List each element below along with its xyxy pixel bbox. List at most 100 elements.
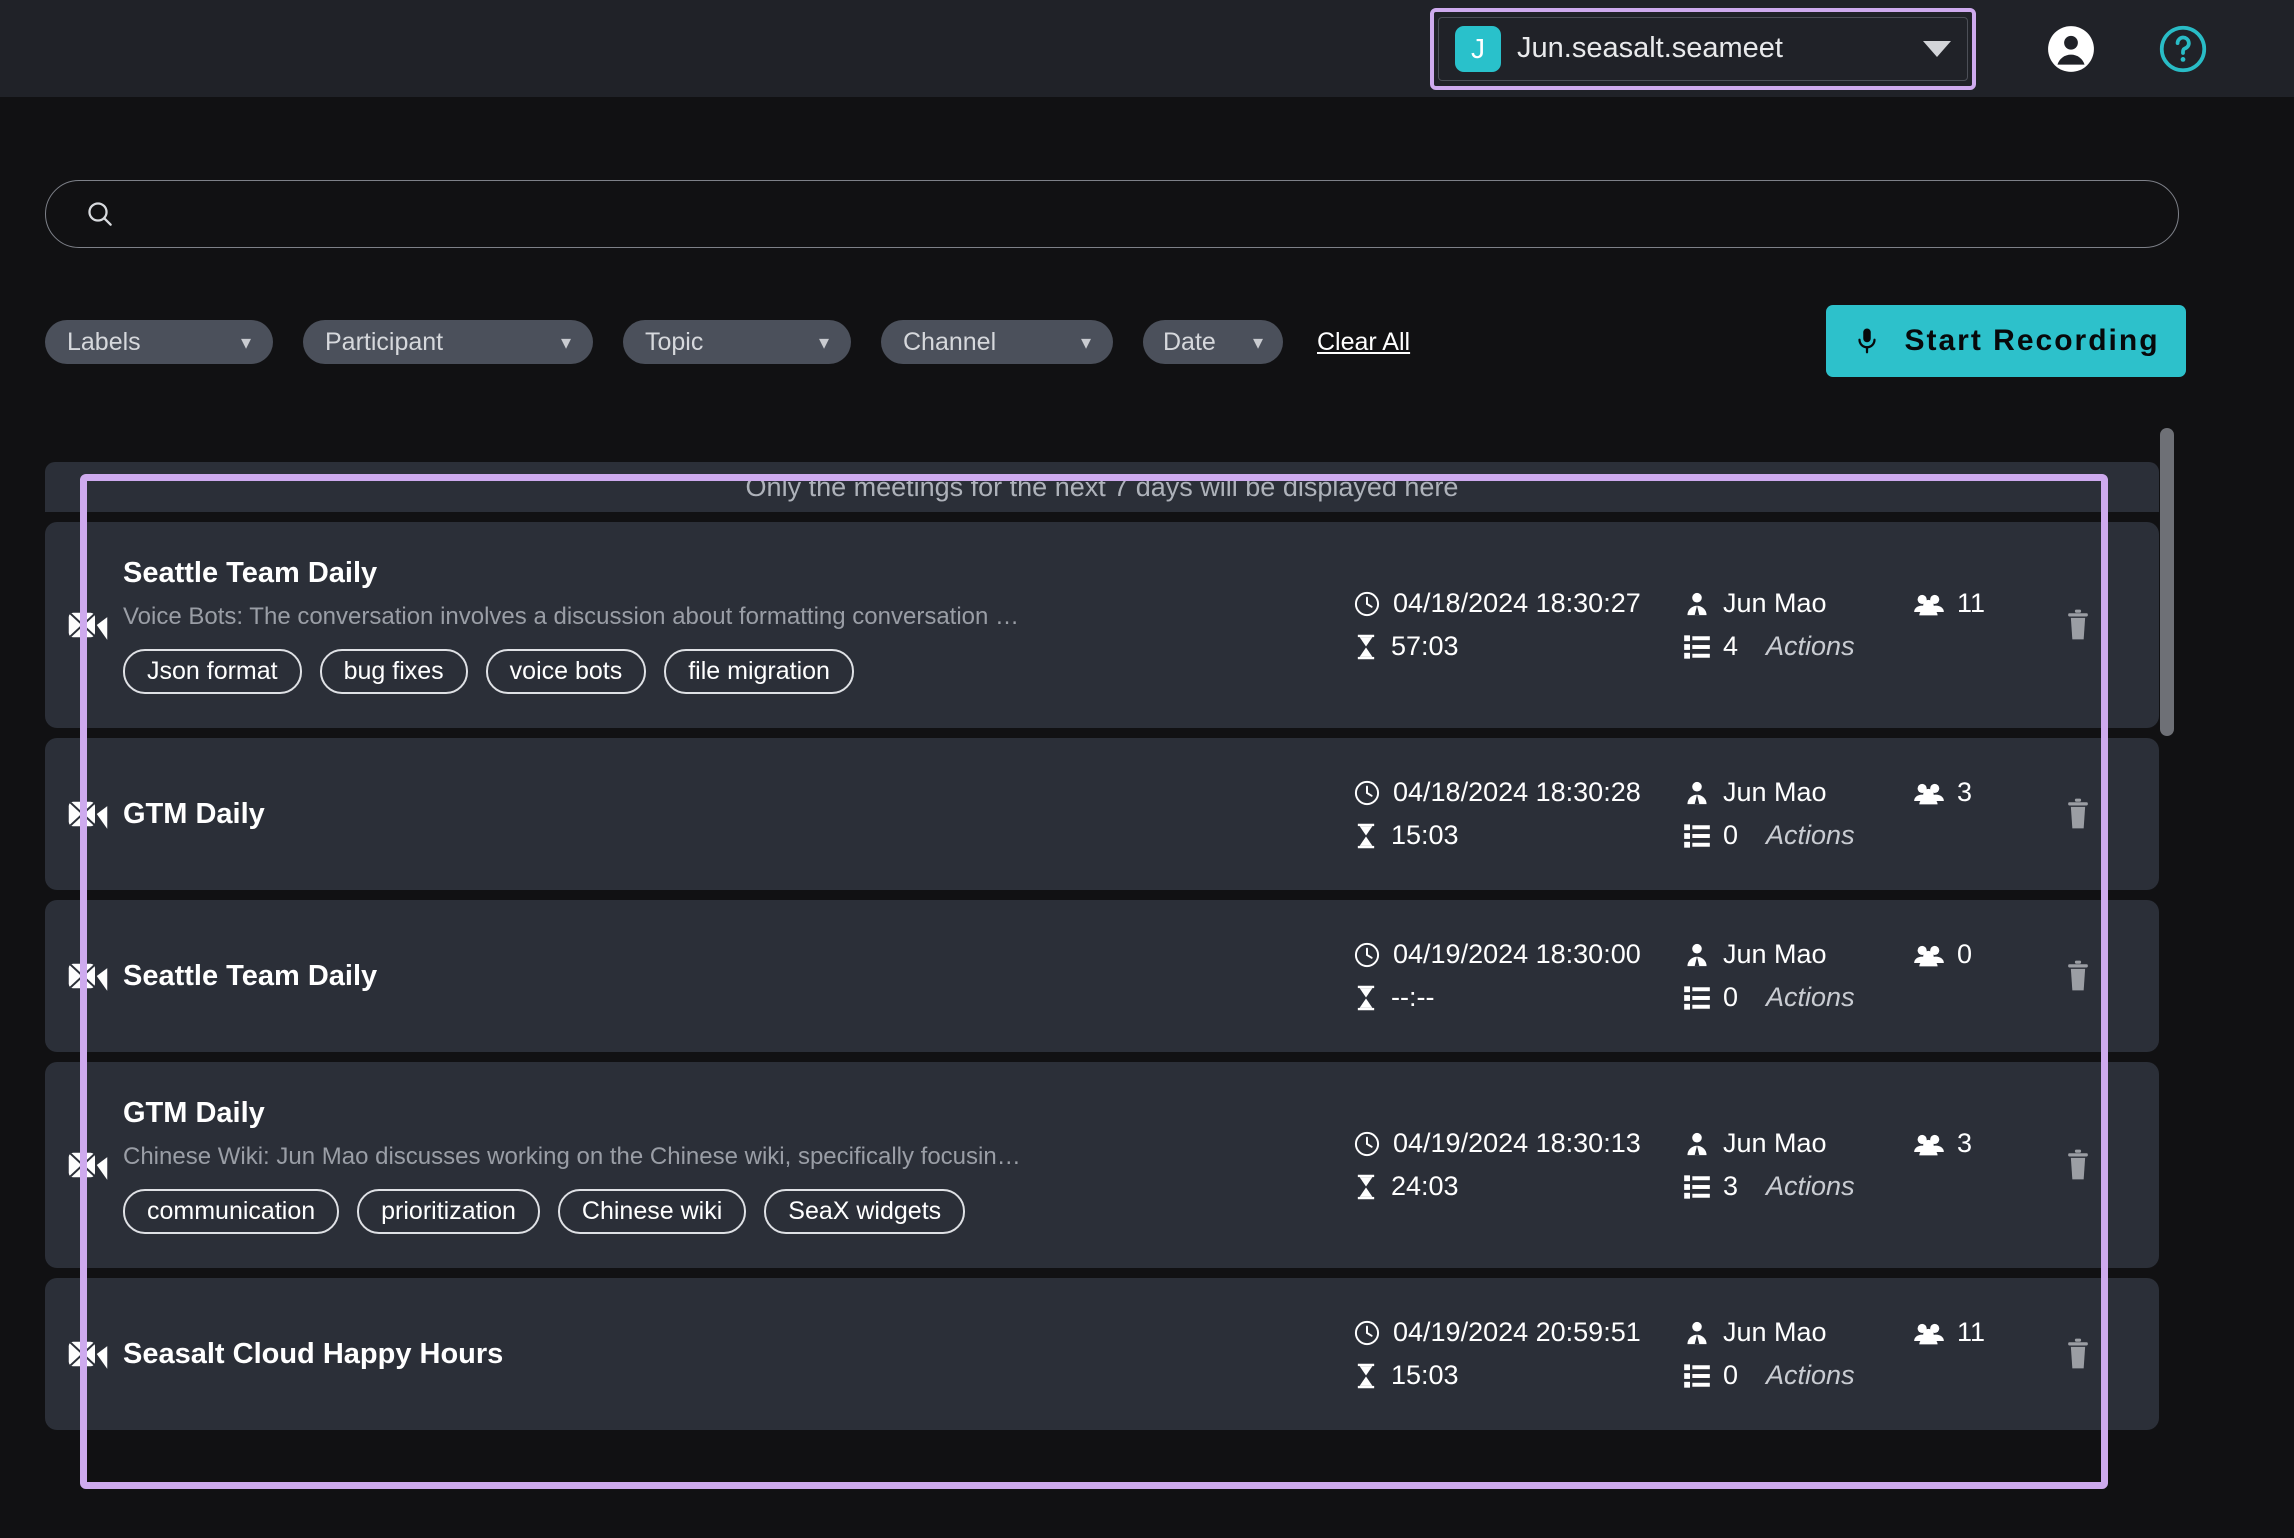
delete-meeting-button[interactable] (2033, 798, 2123, 830)
meeting-owner-text: Jun Mao (1723, 588, 1827, 618)
meeting-meta: 04/19/2024 18:30:13 Jun Mao 3 24:03 3 Ac… (1353, 1128, 2033, 1202)
person-icon (1687, 781, 1707, 804)
meeting-duration: 57:03 (1353, 631, 1683, 662)
search-input[interactable] (136, 198, 2036, 230)
meeting-actions-label: Actions (1766, 820, 1855, 850)
account-selector-highlight: J Jun.seasalt.seameet (1430, 7, 1976, 90)
tag[interactable]: bug fixes (319, 648, 468, 694)
clock-icon (1354, 942, 1380, 967)
meeting-actions: 3 Actions (1683, 1171, 1913, 1202)
delete-meeting-button[interactable] (2033, 1149, 2123, 1181)
hourglass-icon (1357, 1174, 1375, 1199)
start-recording-button[interactable]: Start Recording (1826, 305, 2186, 377)
hourglass-icon (1357, 823, 1375, 848)
meeting-row[interactable]: GTM Daily Chinese Wiki: Jun Mao discusse… (45, 1062, 2159, 1268)
meeting-row[interactable]: Seasalt Cloud Happy Hours 04/19/2024 20:… (45, 1278, 2159, 1430)
search-bar[interactable] (45, 180, 2179, 248)
account-name: Jun.seasalt.seameet (1517, 32, 1783, 64)
filter-channel-label: Channel (903, 327, 997, 356)
tag[interactable]: prioritization (357, 1188, 540, 1234)
person-icon (1687, 943, 1707, 966)
hourglass-icon (1357, 634, 1375, 659)
trash-icon (2068, 609, 2088, 640)
chevron-down-icon: ▾ (818, 331, 829, 354)
filter-participant[interactable]: Participant ▾ (303, 320, 593, 364)
chevron-down-icon: ▾ (1080, 331, 1091, 354)
tag[interactable]: voice bots (485, 648, 647, 694)
clock-icon (1354, 1131, 1380, 1156)
meeting-meta: 04/19/2024 18:30:00 Jun Mao 0 --:-- 0 Ac… (1353, 939, 2033, 1013)
tag[interactable]: Json format (123, 648, 302, 694)
account-selector[interactable]: J Jun.seasalt.seameet (1438, 16, 1968, 81)
meeting-actions: 0 Actions (1683, 820, 1913, 851)
meeting-participants-count: 3 (1957, 777, 1973, 807)
chevron-down-icon: ▾ (240, 331, 251, 354)
meeting-duration-text: 24:03 (1391, 1171, 1459, 1201)
person-icon (1687, 592, 1707, 615)
video-camera-icon (67, 960, 109, 992)
help-circle-icon (2159, 25, 2207, 72)
app-header: J Jun.seasalt.seameet (0, 0, 2294, 97)
meeting-duration: 15:03 (1353, 820, 1683, 851)
hourglass-icon (1357, 1363, 1375, 1388)
video-camera-icon (67, 798, 109, 830)
meeting-title: GTM Daily (123, 1096, 265, 1129)
tag[interactable]: Chinese wiki (557, 1188, 747, 1234)
meeting-owner: Jun Mao (1683, 777, 1913, 808)
meeting-list: Only the meetings for the next 7 days wi… (45, 462, 2159, 1430)
clock-icon (1354, 1320, 1380, 1345)
meeting-owner: Jun Mao (1683, 1317, 1913, 1348)
microphone-icon (1858, 328, 1877, 354)
filter-bar: Labels ▾ Participant ▾ Topic ▾ Channel ▾… (45, 320, 1410, 364)
meeting-row[interactable]: Seattle Team Daily Voice Bots: The conve… (45, 522, 2159, 728)
meeting-participants: 11 (1913, 1317, 1985, 1348)
list-banner: Only the meetings for the next 7 days wi… (45, 462, 2159, 512)
tag[interactable]: communication (123, 1188, 340, 1234)
meeting-title: GTM Daily (123, 797, 265, 830)
chevron-down-icon: ▾ (1252, 331, 1263, 354)
meeting-actions: 4 Actions (1683, 631, 1913, 662)
meeting-datetime: 04/18/2024 18:30:27 (1353, 588, 1683, 619)
meeting-duration-text: 15:03 (1391, 820, 1459, 850)
delete-meeting-button[interactable] (2033, 960, 2123, 992)
list-icon (1684, 985, 1710, 1010)
scrollbar-thumb[interactable] (2160, 428, 2174, 736)
meeting-datetime-text: 04/18/2024 18:30:28 (1393, 777, 1641, 807)
people-icon (1914, 945, 1944, 966)
meeting-duration: --:-- (1353, 982, 1683, 1013)
meeting-actions-label: Actions (1766, 631, 1855, 661)
list-icon (1684, 1174, 1710, 1199)
filter-date[interactable]: Date ▾ (1143, 320, 1283, 364)
filter-channel[interactable]: Channel ▾ (881, 320, 1113, 364)
filter-topic[interactable]: Topic ▾ (623, 320, 851, 364)
meeting-owner-text: Jun Mao (1723, 1128, 1827, 1158)
people-icon (1914, 1134, 1944, 1155)
meeting-duration-text: --:-- (1391, 982, 1435, 1012)
help-button[interactable] (2158, 24, 2208, 74)
meeting-row[interactable]: GTM Daily 04/18/2024 18:30:28 Jun Mao 3 (45, 738, 2159, 890)
meeting-tags: communication prioritization Chinese wik… (123, 1188, 1353, 1234)
meeting-duration: 24:03 (1353, 1171, 1683, 1202)
chevron-down-icon[interactable] (1923, 40, 1951, 57)
meeting-datetime: 04/19/2024 18:30:00 (1353, 939, 1683, 970)
meeting-participants: 0 (1913, 939, 1972, 970)
list-icon (1684, 634, 1710, 659)
meeting-datetime-text: 04/18/2024 18:30:27 (1393, 588, 1641, 618)
meeting-participants-count: 3 (1957, 1128, 1973, 1158)
meeting-meta: 04/18/2024 18:30:27 Jun Mao 11 57:03 4 A… (1353, 588, 2033, 662)
delete-meeting-button[interactable] (2033, 609, 2123, 641)
profile-button[interactable] (2046, 24, 2096, 74)
filter-labels[interactable]: Labels ▾ (45, 320, 273, 364)
tag[interactable]: SeaX widgets (764, 1188, 966, 1234)
meeting-row[interactable]: Seattle Team Daily 04/19/2024 18:30:00 J… (45, 900, 2159, 1052)
clear-all-link[interactable]: Clear All (1317, 328, 1410, 357)
start-recording-label: Start Recording (1904, 324, 2160, 357)
meeting-actions-count: 0 (1723, 1360, 1739, 1390)
delete-meeting-button[interactable] (2033, 1338, 2123, 1370)
clock-icon (1354, 780, 1380, 805)
meeting-owner-text: Jun Mao (1723, 777, 1827, 807)
tag[interactable]: file migration (664, 648, 854, 694)
meeting-duration: 15:03 (1353, 1360, 1683, 1391)
meeting-actions-label: Actions (1766, 1171, 1855, 1201)
meeting-tags: Json format bug fixes voice bots file mi… (123, 648, 1353, 694)
